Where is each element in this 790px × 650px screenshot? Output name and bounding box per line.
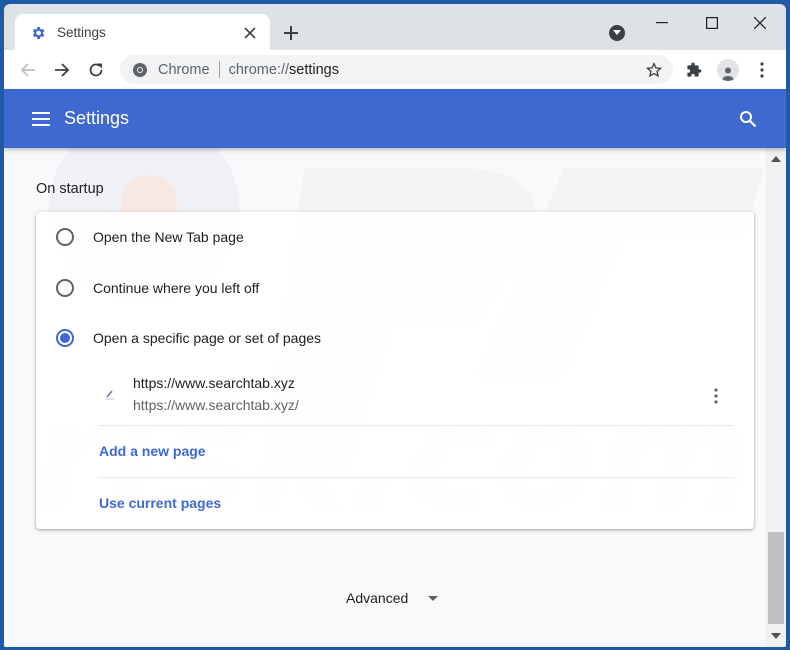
- url-text[interactable]: chrome://settings: [229, 62, 643, 78]
- radio-button[interactable]: [56, 279, 74, 297]
- bookmark-star-icon[interactable]: [643, 59, 665, 81]
- chrome-icon: [133, 62, 147, 77]
- browser-window: Settings Chrome chrome://settings Settin…: [4, 4, 786, 647]
- back-arrow-icon[interactable]: [16, 58, 40, 82]
- tab-title: Settings: [57, 25, 106, 40]
- extensions-puzzle-icon[interactable]: [682, 58, 706, 82]
- scroll-down-arrow-icon[interactable]: [771, 633, 781, 639]
- startup-page-entry: https://www.searchtab.xyz https://www.se…: [98, 370, 734, 426]
- startup-card: Open the New Tab page Continue where you…: [36, 212, 754, 529]
- page-title-text: https://www.searchtab.xyz: [133, 375, 295, 391]
- radio-label: Open a specific page or set of pages: [93, 330, 322, 346]
- forward-arrow-icon[interactable]: [50, 58, 74, 82]
- site-chip: Chrome: [158, 61, 210, 78]
- reload-icon[interactable]: [84, 58, 108, 82]
- scroll-up-arrow-icon[interactable]: [771, 156, 781, 162]
- tab-strip: Settings: [4, 4, 786, 51]
- divider: [98, 425, 734, 426]
- scrollbar-thumb[interactable]: [768, 532, 784, 624]
- page-title: Settings: [64, 108, 130, 128]
- add-new-page-link[interactable]: Add a new page: [99, 443, 206, 459]
- page-favicon-icon: [106, 390, 114, 400]
- toolbar: Chrome chrome://settings: [4, 50, 786, 89]
- radio-continue-where-left[interactable]: Continue where you left off: [36, 268, 754, 308]
- page-url-text: https://www.searchtab.xyz/: [133, 397, 299, 413]
- minimize-icon[interactable]: [647, 12, 677, 34]
- maximize-icon[interactable]: [697, 12, 727, 34]
- use-current-pages-link[interactable]: Use current pages: [99, 495, 221, 511]
- tab-search-icon[interactable]: [609, 25, 625, 41]
- url-scheme: chrome://: [228, 61, 290, 78]
- hamburger-menu-icon[interactable]: [30, 108, 52, 130]
- new-tab-button[interactable]: [280, 22, 302, 44]
- chevron-down-icon: [428, 595, 439, 601]
- radio-button-checked[interactable]: [56, 329, 74, 347]
- gear-icon: [29, 24, 47, 42]
- browser-menu-icon[interactable]: [750, 58, 774, 82]
- settings-content: risk.com On startup Open the New Tab pag…: [4, 148, 766, 647]
- address-bar[interactable]: Chrome chrome://settings: [120, 55, 673, 84]
- profile-avatar[interactable]: [716, 58, 740, 82]
- tab-close-icon[interactable]: [240, 23, 260, 43]
- advanced-label: Advanced: [346, 590, 409, 606]
- search-icon[interactable]: [736, 107, 760, 131]
- scrollbar[interactable]: [766, 148, 786, 647]
- divider: [98, 477, 734, 478]
- url-path: settings: [289, 61, 339, 78]
- radio-label: Continue where you left off: [93, 280, 260, 296]
- radio-open-specific-pages[interactable]: Open a specific page or set of pages: [36, 318, 754, 358]
- radio-label: Open the New Tab page: [93, 229, 244, 245]
- window-close-icon[interactable]: [745, 12, 775, 34]
- advanced-toggle[interactable]: Advanced: [346, 590, 439, 606]
- settings-header: Settings: [4, 89, 786, 148]
- omnibox-separator: [218, 61, 220, 78]
- more-actions-icon[interactable]: [704, 384, 728, 408]
- tab-settings[interactable]: Settings: [15, 14, 270, 51]
- person-icon: [722, 67, 734, 81]
- radio-open-new-tab[interactable]: Open the New Tab page: [36, 217, 754, 257]
- radio-button[interactable]: [56, 228, 74, 246]
- section-title-on-startup: On startup: [36, 181, 104, 197]
